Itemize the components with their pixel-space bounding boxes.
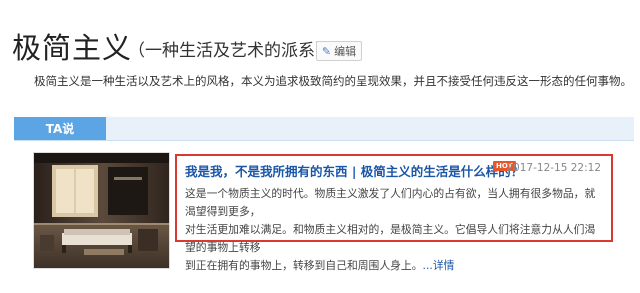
edit-button-label: 编辑	[334, 45, 357, 58]
excerpt-line-text: 到正在拥有的事物上，转移到自己和周围人身上。	[185, 259, 423, 272]
pencil-icon: ✎	[321, 44, 332, 58]
divider	[14, 140, 634, 141]
read-more-link[interactable]: ...详情	[423, 259, 455, 272]
page-subtitle: （一种生活及艺术的派系）	[128, 41, 332, 61]
excerpt-line: 到正在拥有的事物上，转移到自己和周围人身上。...详情	[185, 257, 605, 275]
article-excerpt: 这是一个物质主义的时代。物质主义激发了人们内心的占有欲，当人拥有很多物品，就渴望…	[185, 185, 605, 275]
summary-text: 极简主义是一种生活以及艺术上的风格，本义为追求极致简约的呈现效果，并且不接受任何…	[34, 74, 632, 88]
excerpt-line: 这是一个物质主义的时代。物质主义激发了人们内心的占有欲，当人拥有很多物品，就渴望…	[185, 187, 596, 218]
edit-button[interactable]: ✎ 编辑	[316, 41, 362, 61]
excerpt-line: 对生活更加难以满足。和物质主义相对的，是极简主义。它倡导人们将注意力从人们渴望的…	[185, 223, 596, 254]
article-title-link[interactable]: 我是我，不是我所拥有的东西 | 极简主义的生活是什么样的？	[185, 161, 523, 180]
tab-strip: TA说	[14, 117, 634, 140]
tab-ta-says[interactable]: TA说	[14, 117, 106, 140]
page-title: 极简主义	[12, 31, 133, 65]
article-date: 2017-12-15 22:12	[506, 162, 601, 174]
minimalist-interior-image	[34, 153, 169, 268]
article-card[interactable]: 我是我，不是我所拥有的东西 | 极简主义的生活是什么样的？ HOT 2017-1…	[175, 154, 613, 272]
article-thumbnail[interactable]	[33, 152, 170, 269]
